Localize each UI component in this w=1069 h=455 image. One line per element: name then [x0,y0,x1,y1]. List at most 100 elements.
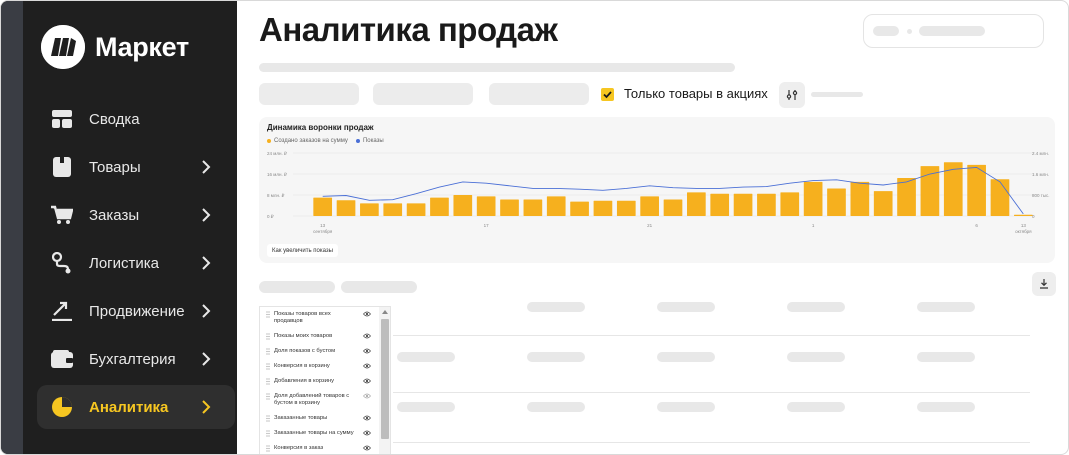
loading-placeholder [341,281,417,293]
pie-chart-icon [51,396,73,418]
loading-placeholder [259,63,735,72]
increase-impressions-button[interactable]: Как увеличить показы [267,244,338,257]
bar-orders-sum [733,193,753,216]
sidebar-item-label: Аналитика [89,398,169,416]
sales-funnel-chart: Динамика воронки продаж Создано заказов … [259,117,1055,263]
x-tick-label: 21 [647,223,653,228]
promo-only-label[interactable]: Только товары в акциях [624,86,768,101]
trend-icon [51,300,73,322]
brand-logo[interactable]: Маркет [41,25,189,69]
settings-button[interactable] [779,82,805,108]
filter-button[interactable] [259,83,359,105]
bar-orders-sum [780,192,800,216]
brand-name: Маркет [95,31,189,62]
sidebar-item-promotion[interactable]: Продвижение [37,289,235,333]
column-toggle-item[interactable]: Заказанные товары на сумму [260,426,390,441]
drag-handle-icon[interactable] [266,415,270,422]
loading-placeholder [907,29,912,34]
scroll-up-icon[interactable] [382,310,388,314]
sidebar-nav: Сводка Товары Заказы Логистика Продвижен… [37,97,235,433]
x-tick-label: 6 [975,223,978,228]
bar-orders-sum [827,188,846,216]
column-toggle-item[interactable]: Добавления в корзину [260,374,390,389]
bar-orders-sum [640,196,659,216]
sliders-icon [786,90,798,100]
sidebar-item-analytics[interactable]: Аналитика [37,385,235,429]
y-tick-label-left: 16 млн. ₽ [267,172,288,177]
table-row-divider [393,442,1030,443]
box-icon [51,156,73,178]
eye-icon[interactable] [363,415,371,421]
bar-orders-sum [616,200,636,216]
bar-orders-sum [687,192,706,216]
eye-icon[interactable] [363,363,371,369]
sidebar-item-accounting[interactable]: Бухгалтерия [37,337,235,381]
column-label: Конверсия в корзину [274,363,330,369]
loading-placeholder [397,352,455,362]
drag-handle-icon[interactable] [266,311,270,318]
loading-placeholder [397,402,455,412]
bar-orders-sum [757,193,776,216]
eye-icon[interactable] [363,311,371,317]
loading-placeholder [917,352,975,362]
eye-icon[interactable] [363,430,371,436]
loading-placeholder [259,281,335,293]
y-tick-label-left: 8 млн. ₽ [267,193,285,198]
filter-button[interactable] [489,83,589,105]
loading-placeholder [873,26,899,36]
filter-button[interactable] [373,83,473,105]
column-label: Показы моих товаров [274,333,333,339]
bar-orders-sum [430,197,449,216]
eye-icon[interactable] [363,378,371,384]
y-tick-label-left: 24 млн. ₽ [267,151,288,156]
loading-placeholder [657,302,715,312]
eye-icon[interactable] [363,333,371,339]
column-toggle-item[interactable]: Заказанные товары [260,411,390,426]
scrollbar-thumb[interactable] [381,319,389,439]
x-tick-sublabel: октября [1015,229,1032,234]
download-icon [1040,279,1048,289]
loading-placeholder [527,302,585,312]
eye-icon[interactable] [363,445,371,451]
table-row-divider [393,392,1030,393]
loading-placeholder [657,352,715,362]
column-toggle-item[interactable]: Доля показов с бустом [260,344,390,359]
column-toggle-item[interactable]: Доля добавлений товаров с бустом в корзи… [260,389,390,411]
bar-orders-sum [710,193,730,216]
dashboard-icon [51,108,73,130]
chevron-right-icon [202,160,211,174]
download-button[interactable] [1032,272,1056,296]
loading-placeholder [787,302,845,312]
column-toggle-item[interactable]: Конверсия в корзину [260,359,390,374]
period-selector[interactable] [863,14,1044,48]
sidebar-item-label: Заказы [89,206,140,224]
sidebar-item-logistics[interactable]: Логистика [37,241,235,285]
loading-placeholder [811,92,863,97]
drag-handle-icon[interactable] [266,430,270,437]
promo-only-checkbox[interactable] [601,88,614,101]
loading-placeholder [917,402,975,412]
sidebar-item-products[interactable]: Товары [37,145,235,189]
y-tick-label-right: 1.6 млн. [1032,172,1049,177]
sidebar-item-orders[interactable]: Заказы [37,193,235,237]
eye-icon[interactable] [363,348,371,354]
x-tick-sublabel: сентября [313,229,333,234]
drag-handle-icon[interactable] [266,363,270,370]
sidebar-item-summary[interactable]: Сводка [37,97,235,141]
drag-handle-icon[interactable] [266,393,270,400]
loading-placeholder [657,402,715,412]
drag-handle-icon[interactable] [266,348,270,355]
scrollbar[interactable] [379,307,390,454]
column-toggle-item[interactable]: Показы товаров всех продавцов [260,307,390,329]
eye-off-icon[interactable] [363,393,371,399]
x-tick-label: 17 [484,223,490,228]
bar-orders-sum [500,199,519,216]
column-toggle-item[interactable]: Показы моих товаров [260,329,390,344]
loading-placeholder [787,402,845,412]
drag-handle-icon[interactable] [266,378,270,385]
drag-handle-icon[interactable] [266,333,270,340]
column-toggle-item[interactable]: Конверсия в заказ [260,441,390,454]
bar-orders-sum [570,201,589,216]
bar-orders-sum [406,203,426,216]
drag-handle-icon[interactable] [266,445,270,452]
